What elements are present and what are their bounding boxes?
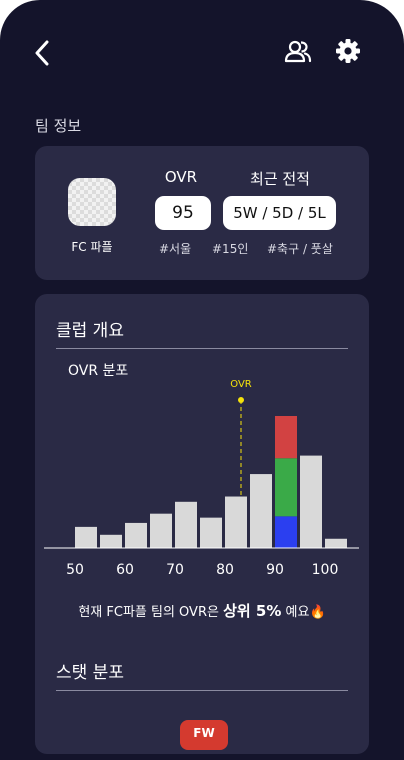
ovr-bar-segment-green bbox=[275, 458, 297, 517]
tag-region: #서울 bbox=[159, 242, 192, 256]
ovr-bar-segment-blue bbox=[275, 516, 297, 548]
chevron-left-icon bbox=[35, 40, 49, 66]
settings-button[interactable] bbox=[335, 38, 363, 66]
stat-distribution-title: 스탯 분포 bbox=[56, 663, 124, 683]
ovr-bar bbox=[75, 526, 97, 548]
x-tick-label: 50 bbox=[66, 562, 84, 578]
ovr-value-box: 95 bbox=[155, 196, 211, 230]
gear-icon bbox=[336, 39, 360, 63]
team-info-card: FC 파플 OVR 95 최근 전적 5W / 5D / 5L #서울 #15인… bbox=[35, 146, 369, 280]
ovr-bar bbox=[125, 522, 147, 548]
people-icon bbox=[284, 40, 312, 63]
ovr-bar-segment-red bbox=[275, 416, 297, 459]
tag-sport: #축구 / 풋살 bbox=[267, 242, 333, 256]
club-overview-card: 클럽 개요 OVR 분포 OVR 50 60 70 80 90 100 현재 FC파플 팀… bbox=[35, 294, 369, 754]
ovr-bar bbox=[175, 501, 197, 548]
team-info-section-label: 팀 정보 bbox=[35, 117, 82, 135]
phone-screen: 팀 정보 FC 파플 OVR 95 최근 전적 5W / 5D / 5L #서울… bbox=[0, 0, 404, 760]
team-logo bbox=[68, 178, 116, 226]
x-tick-label: 60 bbox=[116, 562, 134, 578]
tag-members: #15인 bbox=[212, 242, 249, 256]
x-tick-label: 100 bbox=[312, 562, 339, 578]
ovr-bar bbox=[225, 496, 247, 548]
recent-record-label: 최근 전적 bbox=[250, 170, 310, 188]
ovr-bar bbox=[325, 538, 347, 548]
ovr-bar bbox=[250, 474, 272, 548]
x-tick-label: 80 bbox=[216, 562, 234, 578]
ovr-value: 95 bbox=[172, 203, 194, 223]
ovr-bar bbox=[300, 455, 322, 548]
position-badge: FW bbox=[180, 720, 228, 750]
team-name: FC 파플 bbox=[71, 240, 113, 254]
ovr-label: OVR bbox=[164, 168, 198, 186]
ovr-distribution-chart: OVR 50 60 70 80 90 100 bbox=[44, 379, 359, 578]
back-button[interactable] bbox=[30, 38, 54, 68]
ovr-bar bbox=[200, 517, 222, 548]
ovr-marker-dot bbox=[238, 397, 244, 403]
position-badge-label: FW bbox=[193, 726, 215, 740]
ovr-bar bbox=[150, 513, 172, 548]
summary-suffix: 예요🔥 bbox=[285, 605, 326, 620]
recent-record-value: 5W / 5D / 5L bbox=[233, 204, 326, 222]
members-button[interactable] bbox=[284, 38, 312, 66]
ovr-summary-text: 현재 FC파플 팀의 OVR은 상위 5% 예요🔥 bbox=[35, 600, 369, 621]
ovr-bar bbox=[100, 534, 122, 548]
summary-prefix: 현재 FC파플 팀의 OVR은 bbox=[78, 605, 219, 620]
summary-highlight: 상위 5% bbox=[223, 602, 282, 620]
x-tick-label: 70 bbox=[166, 562, 184, 578]
stat-divider bbox=[56, 690, 348, 691]
top-bar bbox=[0, 0, 404, 100]
x-tick-label: 90 bbox=[266, 562, 284, 578]
recent-record-box: 5W / 5D / 5L bbox=[223, 196, 336, 230]
ovr-marker-label: OVR bbox=[230, 379, 252, 390]
